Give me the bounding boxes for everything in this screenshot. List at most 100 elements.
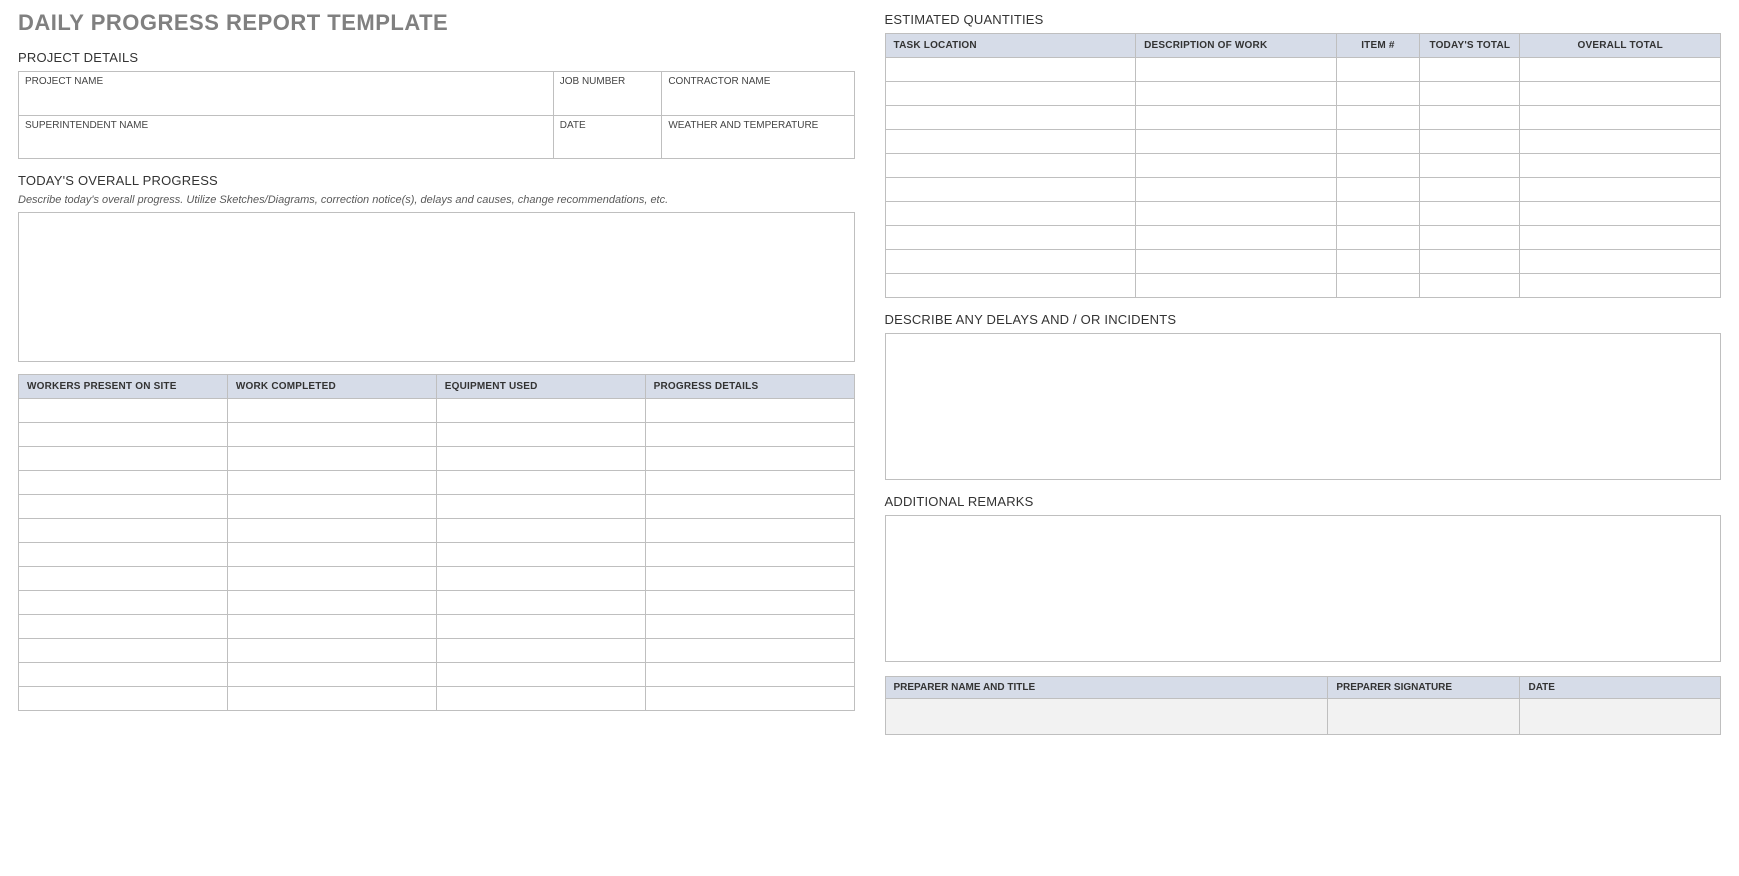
table-cell[interactable] xyxy=(645,567,854,591)
table-cell[interactable] xyxy=(1420,106,1520,130)
table-cell[interactable] xyxy=(885,82,1136,106)
table-cell[interactable] xyxy=(1136,250,1337,274)
table-cell[interactable] xyxy=(436,615,645,639)
delays-box[interactable] xyxy=(885,333,1722,480)
table-cell[interactable] xyxy=(1336,82,1420,106)
table-cell[interactable] xyxy=(1336,250,1420,274)
table-cell[interactable] xyxy=(436,399,645,423)
table-cell[interactable] xyxy=(436,519,645,543)
table-cell[interactable] xyxy=(885,226,1136,250)
table-cell[interactable] xyxy=(1336,178,1420,202)
table-cell[interactable] xyxy=(885,250,1136,274)
table-cell[interactable] xyxy=(1336,130,1420,154)
table-cell[interactable] xyxy=(19,447,228,471)
table-cell[interactable] xyxy=(227,687,436,711)
table-cell[interactable] xyxy=(645,663,854,687)
table-cell[interactable] xyxy=(1336,106,1420,130)
job-number-field[interactable] xyxy=(553,87,662,115)
table-cell[interactable] xyxy=(227,519,436,543)
contractor-name-field[interactable] xyxy=(662,87,854,115)
table-cell[interactable] xyxy=(1520,226,1721,250)
table-cell[interactable] xyxy=(1336,58,1420,82)
preparer-cell[interactable] xyxy=(885,699,1328,735)
table-cell[interactable] xyxy=(227,423,436,447)
table-cell[interactable] xyxy=(645,495,854,519)
table-cell[interactable] xyxy=(1420,226,1520,250)
table-cell[interactable] xyxy=(1420,82,1520,106)
table-cell[interactable] xyxy=(645,423,854,447)
table-cell[interactable] xyxy=(436,663,645,687)
table-cell[interactable] xyxy=(227,639,436,663)
table-cell[interactable] xyxy=(1520,154,1721,178)
table-cell[interactable] xyxy=(1520,58,1721,82)
table-cell[interactable] xyxy=(19,567,228,591)
table-cell[interactable] xyxy=(1136,274,1337,298)
table-cell[interactable] xyxy=(1136,178,1337,202)
table-cell[interactable] xyxy=(1336,274,1420,298)
table-cell[interactable] xyxy=(645,543,854,567)
table-cell[interactable] xyxy=(1420,202,1520,226)
table-cell[interactable] xyxy=(436,639,645,663)
table-cell[interactable] xyxy=(645,615,854,639)
table-cell[interactable] xyxy=(436,687,645,711)
table-cell[interactable] xyxy=(1420,58,1520,82)
table-cell[interactable] xyxy=(1520,130,1721,154)
table-cell[interactable] xyxy=(1336,202,1420,226)
table-cell[interactable] xyxy=(227,447,436,471)
table-cell[interactable] xyxy=(645,471,854,495)
table-cell[interactable] xyxy=(19,663,228,687)
table-cell[interactable] xyxy=(19,423,228,447)
table-cell[interactable] xyxy=(227,591,436,615)
table-cell[interactable] xyxy=(436,471,645,495)
table-cell[interactable] xyxy=(1136,130,1337,154)
table-cell[interactable] xyxy=(885,130,1136,154)
table-cell[interactable] xyxy=(1420,274,1520,298)
table-cell[interactable] xyxy=(885,106,1136,130)
table-cell[interactable] xyxy=(436,543,645,567)
table-cell[interactable] xyxy=(436,423,645,447)
table-cell[interactable] xyxy=(436,567,645,591)
table-cell[interactable] xyxy=(19,519,228,543)
table-cell[interactable] xyxy=(645,687,854,711)
table-cell[interactable] xyxy=(227,615,436,639)
table-cell[interactable] xyxy=(1520,274,1721,298)
table-cell[interactable] xyxy=(1420,178,1520,202)
table-cell[interactable] xyxy=(19,687,228,711)
table-cell[interactable] xyxy=(1336,226,1420,250)
table-cell[interactable] xyxy=(645,447,854,471)
table-cell[interactable] xyxy=(1520,106,1721,130)
table-cell[interactable] xyxy=(1336,154,1420,178)
table-cell[interactable] xyxy=(19,615,228,639)
date-field[interactable] xyxy=(553,131,662,159)
table-cell[interactable] xyxy=(1420,130,1520,154)
preparer-cell[interactable] xyxy=(1328,699,1520,735)
project-name-field[interactable] xyxy=(19,87,554,115)
table-cell[interactable] xyxy=(227,399,436,423)
table-cell[interactable] xyxy=(1520,82,1721,106)
remarks-box[interactable] xyxy=(885,515,1722,662)
table-cell[interactable] xyxy=(885,202,1136,226)
table-cell[interactable] xyxy=(645,591,854,615)
table-cell[interactable] xyxy=(227,543,436,567)
table-cell[interactable] xyxy=(1136,82,1337,106)
table-cell[interactable] xyxy=(227,663,436,687)
table-cell[interactable] xyxy=(227,471,436,495)
table-cell[interactable] xyxy=(1136,58,1337,82)
table-cell[interactable] xyxy=(1136,154,1337,178)
table-cell[interactable] xyxy=(19,471,228,495)
table-cell[interactable] xyxy=(1520,250,1721,274)
table-cell[interactable] xyxy=(227,495,436,519)
weather-field[interactable] xyxy=(662,131,854,159)
table-cell[interactable] xyxy=(19,591,228,615)
table-cell[interactable] xyxy=(1136,106,1337,130)
table-cell[interactable] xyxy=(1520,178,1721,202)
preparer-cell[interactable] xyxy=(1520,699,1721,735)
superintendent-field[interactable] xyxy=(19,131,554,159)
table-cell[interactable] xyxy=(436,447,645,471)
table-cell[interactable] xyxy=(1420,250,1520,274)
table-cell[interactable] xyxy=(885,58,1136,82)
table-cell[interactable] xyxy=(19,639,228,663)
table-cell[interactable] xyxy=(885,274,1136,298)
table-cell[interactable] xyxy=(1420,154,1520,178)
table-cell[interactable] xyxy=(436,495,645,519)
